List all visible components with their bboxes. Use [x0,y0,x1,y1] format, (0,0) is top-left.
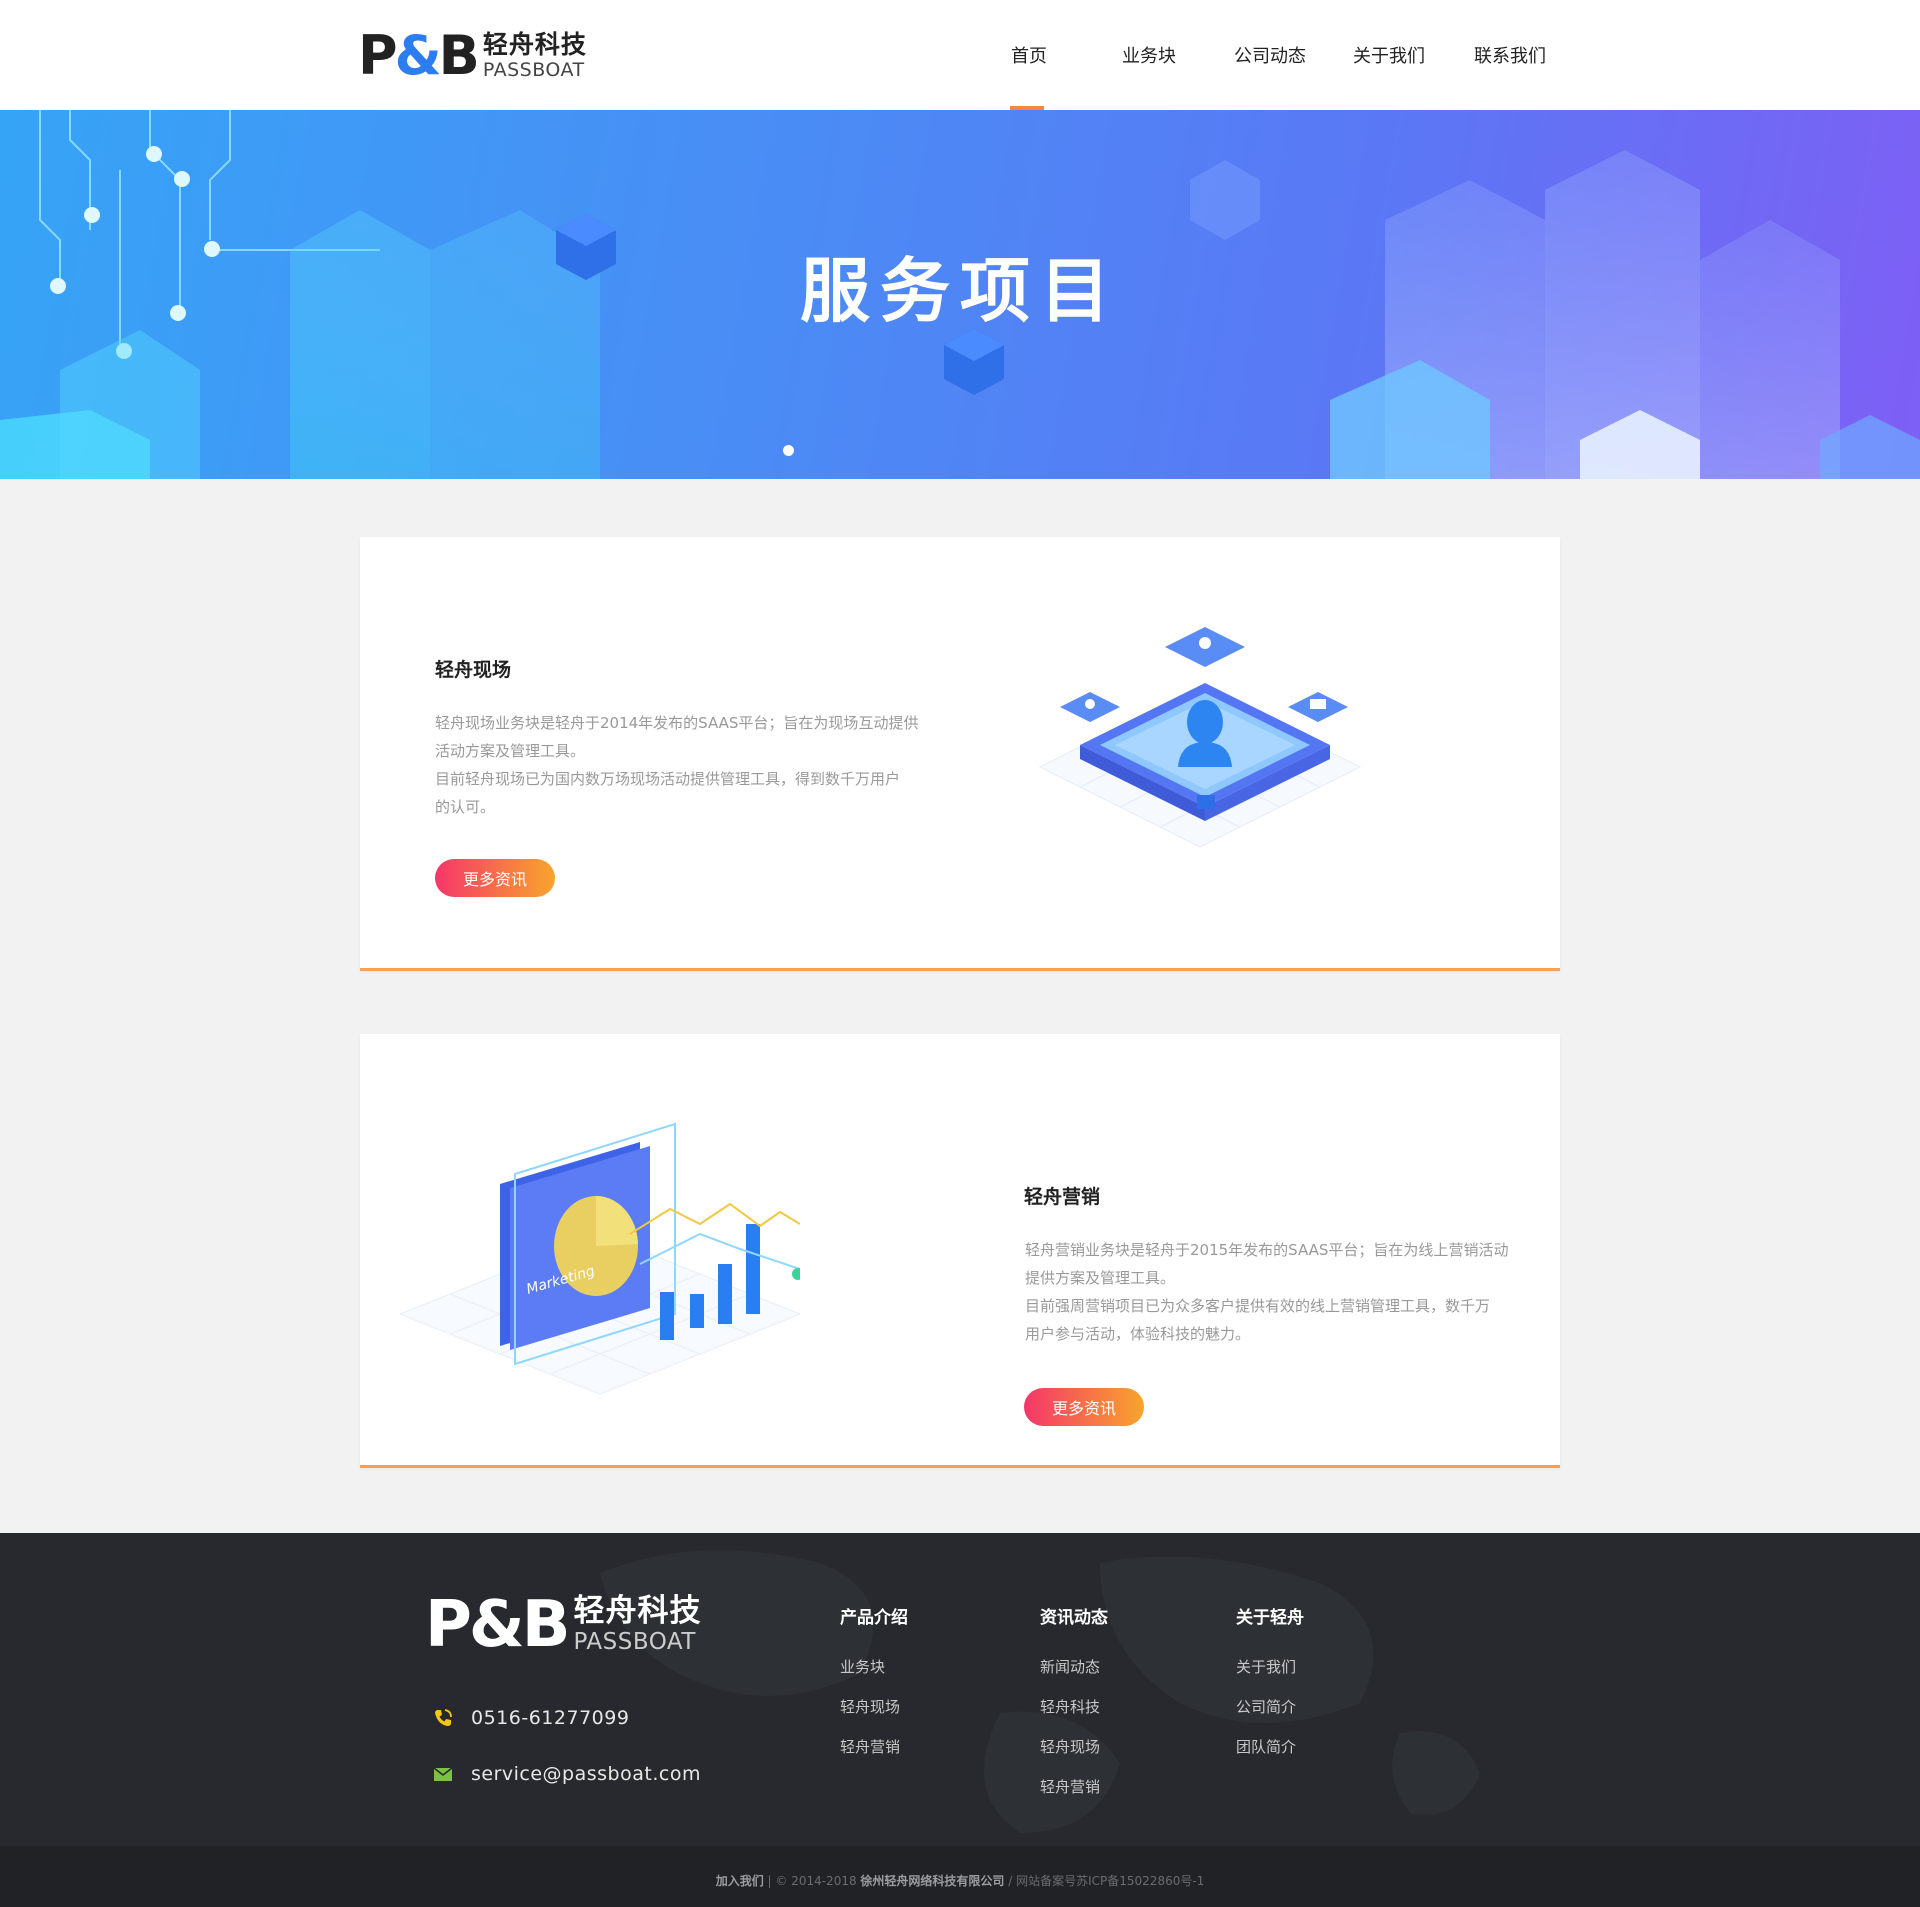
footer-logo-name-en: PASSBOAT [573,1629,696,1655]
site-header: P&B 轻舟科技 PASSBOAT 首页 业务块 公司动态 关于我们 联系我们 [0,0,1920,110]
live-platform-illustration [1038,627,1362,848]
email-address[interactable]: service@passboat.com [471,1763,701,1785]
more-info-button[interactable]: 更多资讯 [435,859,555,897]
nav-item-about[interactable]: 关于我们 [1353,42,1425,68]
service-description: 轻舟现场业务块是轻舟于2014年发布的SAAS平台；旨在为现场互动提供 活动方案… [435,714,919,816]
footer-link[interactable]: 轻舟现场 [840,1696,900,1717]
copyright-text: 加入我们 | © 2014-2018 徐州轻舟网络科技有限公司 / 网站备案号苏… [715,1874,1205,1888]
logo-name-cn: 轻舟科技 [482,30,587,59]
footer-link[interactable]: 关于我们 [1236,1656,1296,1677]
footer-phone: 0516-61277099 [432,1707,629,1729]
company-name: 徐州轻舟网络科技有限公司 [860,1874,1005,1888]
icp-record[interactable]: 网站备案号苏ICP备15022860号-1 [1016,1874,1204,1888]
banner-title: 服务项目 [800,250,1120,332]
footer-col-title-news: 资讯动态 [1040,1608,1108,1628]
service-title: 轻舟营销 [1024,1186,1101,1208]
footer-col-title-about: 关于轻舟 [1236,1608,1304,1628]
nav-item-contact[interactable]: 联系我们 [1474,42,1546,68]
footer-link[interactable]: 轻舟营销 [1040,1776,1100,1797]
service-title: 轻舟现场 [435,659,512,681]
nav-item-business[interactable]: 业务块 [1122,42,1176,68]
world-map-background [600,1550,1480,1833]
service-card-live: 轻舟现场 轻舟现场业务块是轻舟于2014年发布的SAAS平台；旨在为现场互动提供… [360,537,1560,971]
footer-link[interactable]: 轻舟现场 [1040,1736,1100,1757]
hero-banner: 服务项目 [0,110,1920,479]
more-info-button[interactable]: 更多资讯 [1024,1388,1144,1426]
footer-link[interactable]: 团队简介 [1236,1736,1296,1757]
logo-name-en: PASSBOAT [482,59,585,81]
footer-logo-name-cn: 轻舟科技 [573,1593,702,1629]
service-card-marketing: Marketing 轻舟营销 轻舟营销业务块是轻舟于2015年发布的SAAS平台… [360,1034,1560,1468]
footer-link[interactable]: 新闻动态 [1040,1656,1100,1677]
logo[interactable]: P&B 轻舟科技 PASSBOAT [358,28,587,84]
join-us-link[interactable]: 加入我们 [716,1874,764,1888]
footer-link[interactable]: 轻舟营销 [840,1736,900,1757]
footer-col-title-products: 产品介绍 [840,1608,908,1628]
site-footer: P&B 轻舟科技 PASSBOAT 0516-61277099 service@… [0,1533,1920,1846]
nav-item-home[interactable]: 首页 [1011,42,1047,68]
marketing-chart-illustration: Marketing [400,1122,800,1395]
footer-logo[interactable]: P&B 轻舟科技 PASSBOAT [425,1593,702,1657]
nav-item-news[interactable]: 公司动态 [1234,42,1306,68]
logo-mark: P&B [358,24,480,87]
service-description: 轻舟营销业务块是轻舟于2015年发布的SAAS平台；旨在为线上营销活动 提供方案… [1025,1241,1509,1343]
footer-link[interactable]: 业务块 [840,1656,885,1677]
phone-icon [435,1709,452,1726]
footer-link[interactable]: 轻舟科技 [1040,1696,1100,1717]
footer-email: service@passboat.com [432,1763,701,1785]
footer-link[interactable]: 公司简介 [1236,1696,1296,1717]
mail-icon [433,1767,453,1781]
phone-number: 0516-61277099 [471,1707,630,1729]
carousel-indicator[interactable] [783,445,794,456]
